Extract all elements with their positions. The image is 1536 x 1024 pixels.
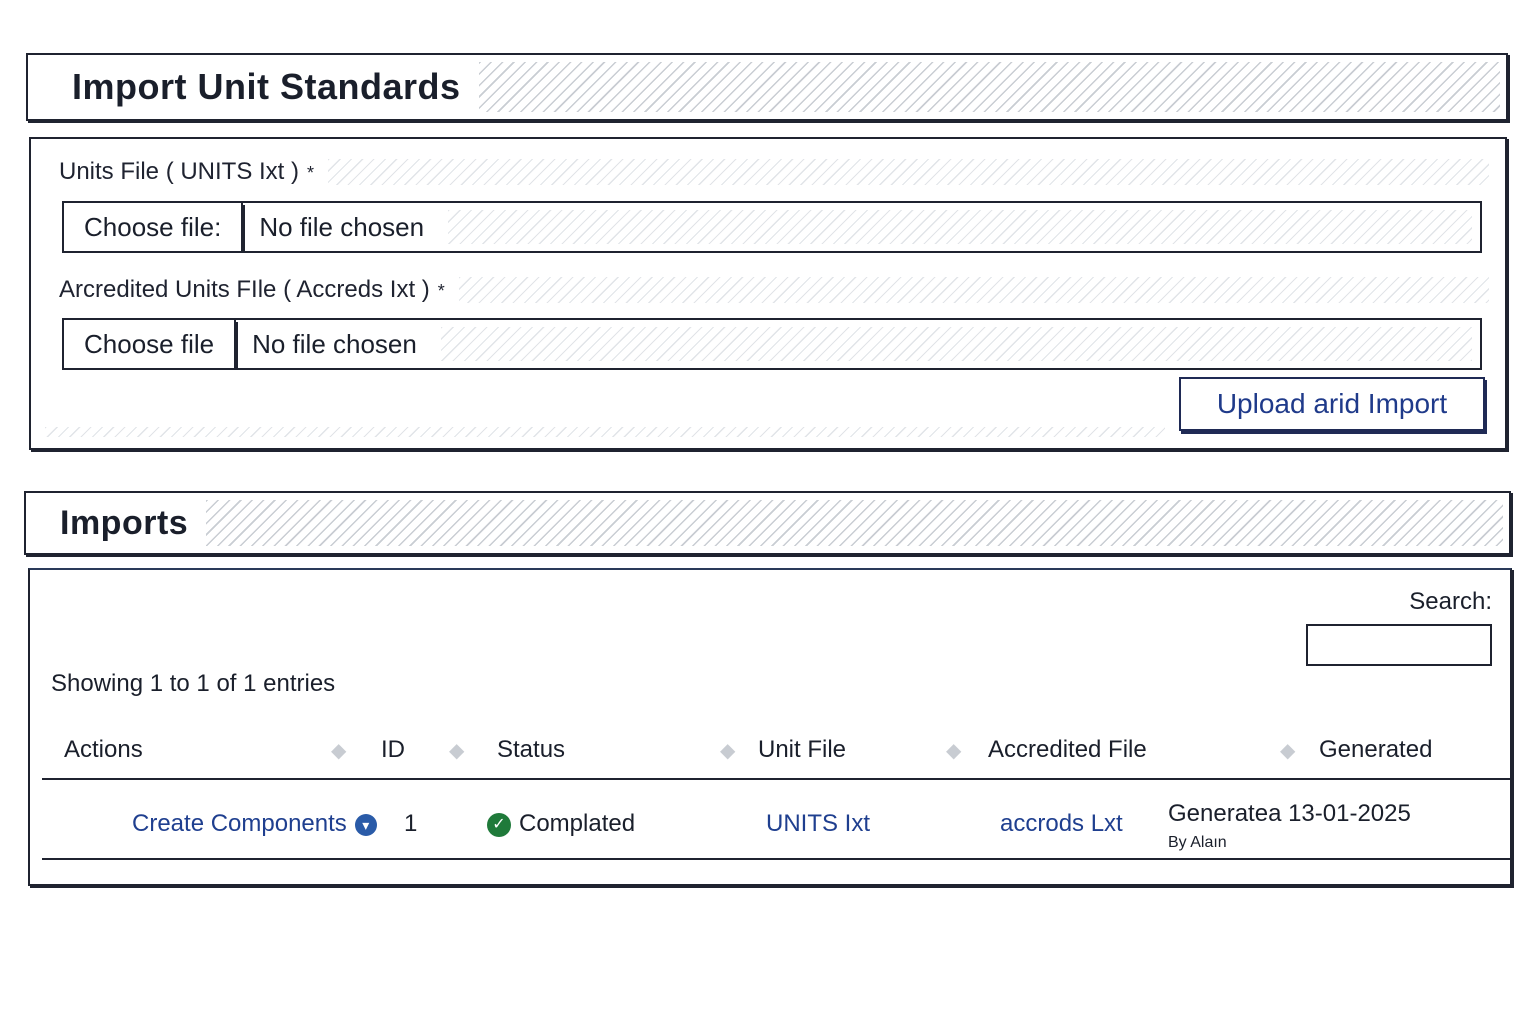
units-file-label-row: Units File ( UNITS Ixt ) * <box>59 155 1489 189</box>
input-hatch <box>440 327 1472 361</box>
imports-panel: Search: Showing 1 to 1 of 1 entries Acti… <box>28 568 1512 886</box>
table-row: Create Components ▾ 1 ✓ Complated UNITS Ix… <box>42 780 1510 860</box>
sort-icon[interactable]: ◆ <box>331 740 346 762</box>
panel-bottom-hatch <box>45 427 1165 437</box>
column-header-unit-file[interactable]: Unit File <box>758 736 846 764</box>
accredited-file-name: No file chosen <box>252 328 417 359</box>
units-file-input[interactable]: Choose file: No file chosen <box>62 201 1482 253</box>
table-header-row: Actions ◆ ID ◆ Status ◆ Unit File ◆ Accr… <box>42 720 1510 780</box>
imports-table: Actions ◆ ID ◆ Status ◆ Unit File ◆ Accr… <box>42 720 1510 860</box>
entries-info: Showing 1 to 1 of 1 entries <box>51 670 336 697</box>
generated-date: Generatea 13-01-2025 <box>1168 800 1411 827</box>
imports-header: Imports <box>24 491 1511 555</box>
accredited-file-input[interactable]: Choose file No file chosen <box>62 318 1482 370</box>
header-hatch <box>478 62 1500 112</box>
import-unit-standards-header: Import Unit Standards <box>26 53 1508 121</box>
column-header-status[interactable]: Status <box>497 736 565 764</box>
header-hatch <box>206 499 1503 547</box>
info-icon[interactable]: ▾ <box>354 813 377 836</box>
units-file-label: Units File ( UNITS Ixt ) * <box>59 158 329 186</box>
page-title: Import Unit Standards <box>58 66 479 108</box>
required-mark: * <box>307 163 315 183</box>
import-form-panel: Units File ( UNITS Ixt ) * Choose file: N… <box>29 137 1507 450</box>
imports-title: Imports <box>46 503 207 543</box>
required-mark: * <box>437 281 445 301</box>
upload-and-import-button[interactable]: Upload arid Import <box>1179 377 1485 431</box>
check-icon: ✓ <box>487 812 511 837</box>
accredited-file-label: Arcredited Units FIle ( Accreds Ixt ) * <box>59 276 459 304</box>
search-label: Search: <box>1409 588 1492 615</box>
row-id: 1 <box>404 810 418 837</box>
units-choose-file-button[interactable]: Choose file: <box>64 203 244 251</box>
row-generated: Generatea 13-01-2025 By Alaın <box>1168 800 1411 852</box>
units-file-name: No file chosen <box>259 211 425 242</box>
input-hatch <box>448 210 1472 244</box>
unit-file-link[interactable]: UNITS Ixt <box>766 810 870 838</box>
accredited-choose-file-button[interactable]: Choose file <box>64 320 237 368</box>
column-header-accredited-file[interactable]: Accredited File <box>988 736 1147 764</box>
column-header-actions[interactable]: Actions <box>64 736 143 764</box>
create-components-link[interactable]: Create Components ▾ <box>132 810 377 838</box>
accredited-file-link[interactable]: accrods Lxt <box>1000 810 1123 838</box>
accredited-file-label-row: Arcredited Units FIle ( Accreds Ixt ) * <box>59 273 1489 307</box>
label-hatch <box>328 159 1489 185</box>
sort-icon[interactable]: ◆ <box>946 740 961 762</box>
label-hatch <box>458 277 1489 303</box>
sort-icon[interactable]: ◆ <box>1280 740 1295 762</box>
column-header-id[interactable]: ID <box>381 736 405 764</box>
generated-by: By Alaın <box>1168 834 1227 851</box>
sort-icon[interactable]: ◆ <box>449 740 464 762</box>
sort-icon[interactable]: ◆ <box>720 740 735 762</box>
search-input[interactable] <box>1306 624 1492 666</box>
column-header-generated[interactable]: Generated <box>1319 736 1432 764</box>
row-status: ✓ Complated <box>487 810 635 838</box>
